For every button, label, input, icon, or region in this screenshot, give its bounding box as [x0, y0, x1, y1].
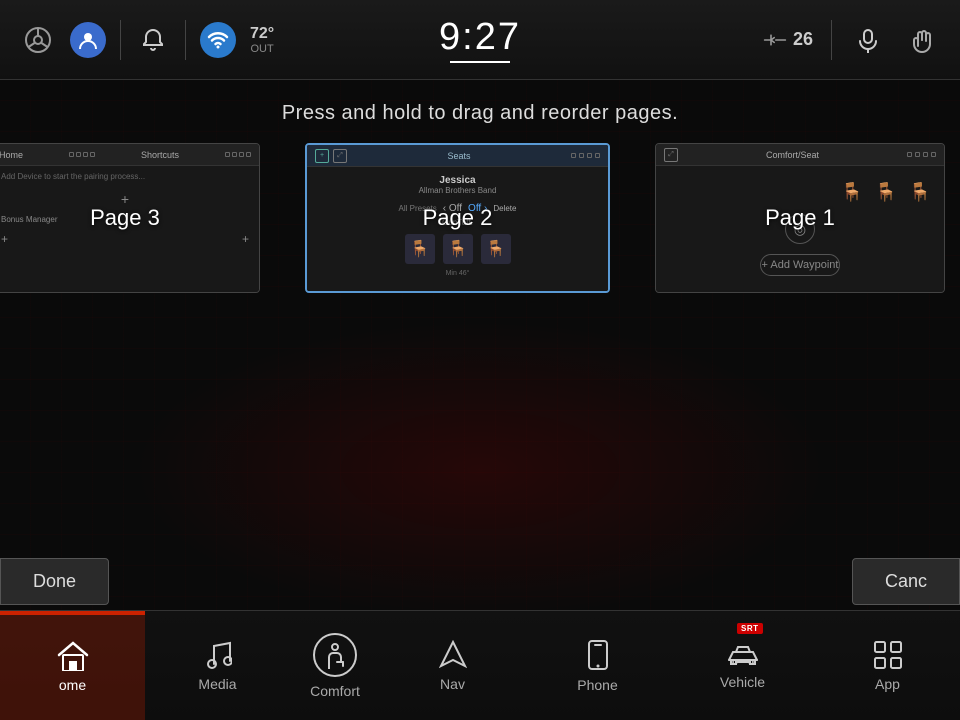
- action-buttons: Done Canc: [0, 558, 960, 605]
- home-icon: [57, 641, 89, 671]
- notifications-icon[interactable]: [135, 22, 171, 58]
- page-card-2[interactable]: + ⤢ Seats Jessica Allman Brothers Band A…: [305, 143, 610, 293]
- fan-speed-display: 26: [763, 28, 813, 52]
- comfort-label: Comfort: [310, 683, 360, 699]
- page-card-3[interactable]: Home Shortcuts Add Device to start the p…: [0, 143, 260, 293]
- hand-gesture-icon[interactable]: [904, 22, 940, 58]
- nav-item-media[interactable]: Media: [145, 611, 290, 720]
- apps-label: App: [875, 676, 900, 692]
- cancel-button[interactable]: Canc: [852, 558, 960, 605]
- temperature-display: 72° OUT: [250, 25, 274, 55]
- instruction-text: Press and hold to drag and reorder pages…: [0, 80, 960, 143]
- apps-grid-icon: [873, 640, 903, 670]
- vehicle-label: Vehicle: [720, 674, 765, 690]
- music-icon: [204, 640, 232, 670]
- page-card-1[interactable]: ⤢ Comfort/Seat 🪑 🪑 🪑 ◎ + Add Waypoint Pa…: [655, 143, 945, 293]
- user-profile-icon[interactable]: [70, 22, 106, 58]
- wifi-icon[interactable]: [200, 22, 236, 58]
- clock-display: 9:27: [439, 16, 521, 63]
- nav-label: Nav: [440, 676, 465, 692]
- divider-2: [185, 20, 186, 60]
- nav-item-vehicle[interactable]: SRT Vehicle: [670, 611, 815, 720]
- phone-icon: [587, 639, 609, 671]
- nav-item-navigate[interactable]: Nav: [380, 611, 525, 720]
- home-label: ome: [59, 677, 86, 693]
- nav-item-home[interactable]: ome: [0, 611, 145, 720]
- divider-3: [831, 20, 832, 60]
- media-label: Media: [198, 676, 236, 692]
- divider-1: [120, 20, 121, 60]
- nav-item-apps[interactable]: App: [815, 611, 960, 720]
- microphone-icon[interactable]: [850, 22, 886, 58]
- steering-wheel-icon[interactable]: [20, 22, 56, 58]
- time-underline: [450, 61, 510, 63]
- top-bar: 72° OUT 9:27 26: [0, 0, 960, 80]
- comfort-icon: [313, 633, 357, 677]
- resize-handle-3: [69, 152, 95, 157]
- top-bar-right: 26: [521, 20, 940, 60]
- navigate-icon: [439, 640, 467, 670]
- srt-badge: SRT: [737, 623, 763, 634]
- done-button[interactable]: Done: [0, 558, 109, 605]
- phone-label: Phone: [577, 677, 617, 693]
- bottom-navigation: ome Media Comfort: [0, 610, 960, 720]
- nav-item-phone[interactable]: Phone: [525, 611, 670, 720]
- nav-item-comfort[interactable]: Comfort: [290, 611, 380, 720]
- top-bar-left: 72° OUT: [20, 20, 439, 60]
- pages-reorder-area: Home Shortcuts Add Device to start the p…: [0, 143, 960, 303]
- car-icon: [723, 642, 763, 668]
